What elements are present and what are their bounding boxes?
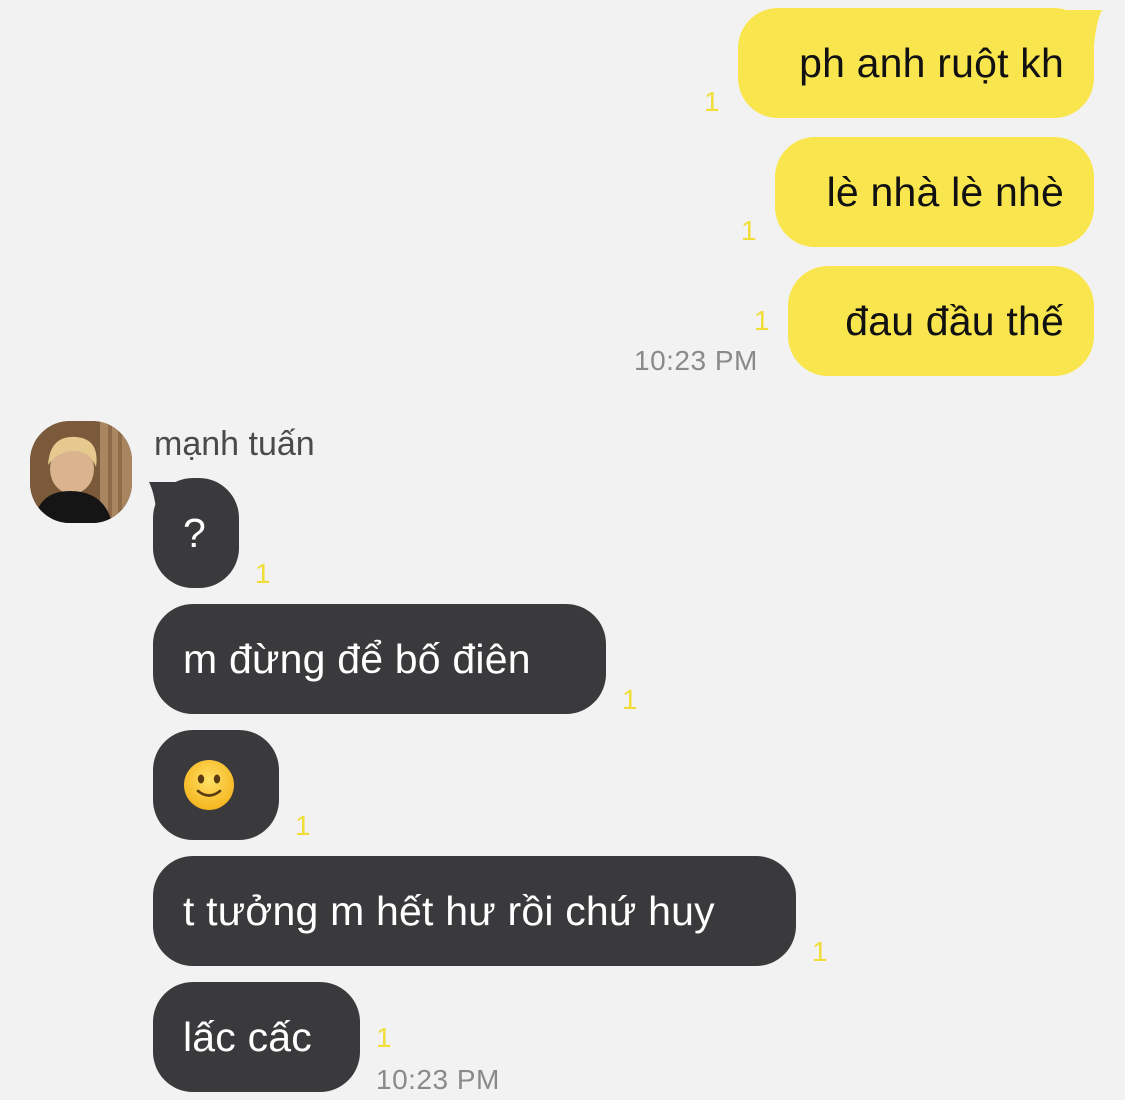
read-count: 1	[255, 558, 271, 589]
sender-name: mạnh tuấn	[154, 425, 315, 463]
incoming-message-bubble[interactable]: t tưởng m hết hư rồi chứ huy	[153, 856, 796, 966]
message-text: ph anh ruột kh	[799, 39, 1064, 86]
message-text: ?	[183, 509, 207, 556]
read-count: 1	[754, 305, 770, 336]
message-text: lè nhà lè nhè	[826, 168, 1064, 215]
read-count: 1	[741, 215, 757, 246]
message-timestamp: 10:23 PM	[376, 1064, 500, 1095]
read-count: 1	[376, 1022, 392, 1053]
sender-avatar[interactable]	[30, 421, 132, 523]
incoming-message-bubble[interactable]: m đừng để bố điên	[153, 604, 606, 714]
profile-photo	[30, 421, 132, 523]
outgoing-message-bubble[interactable]: ph anh ruột kh	[738, 8, 1094, 118]
message-text: đau đầu thế	[845, 297, 1064, 344]
incoming-message-bubble[interactable]	[153, 730, 279, 840]
message-text: m đừng để bố điên	[183, 635, 531, 682]
message-text: lấc cấc	[183, 1013, 313, 1060]
read-count: 1	[704, 86, 720, 117]
incoming-message-bubble[interactable]: ?	[153, 478, 239, 588]
read-count: 1	[622, 684, 638, 715]
message-timestamp: 10:23 PM	[634, 345, 758, 376]
outgoing-message-bubble[interactable]: lè nhà lè nhè	[775, 137, 1094, 247]
outgoing-message-bubble[interactable]: đau đầu thế	[788, 266, 1094, 376]
message-text: t tưởng m hết hư rồi chứ huy	[183, 887, 715, 934]
incoming-message-bubble[interactable]: lấc cấc	[153, 982, 360, 1092]
read-count: 1	[295, 810, 311, 841]
read-count: 1	[812, 936, 828, 967]
slightly-smiling-face-icon	[184, 760, 234, 810]
